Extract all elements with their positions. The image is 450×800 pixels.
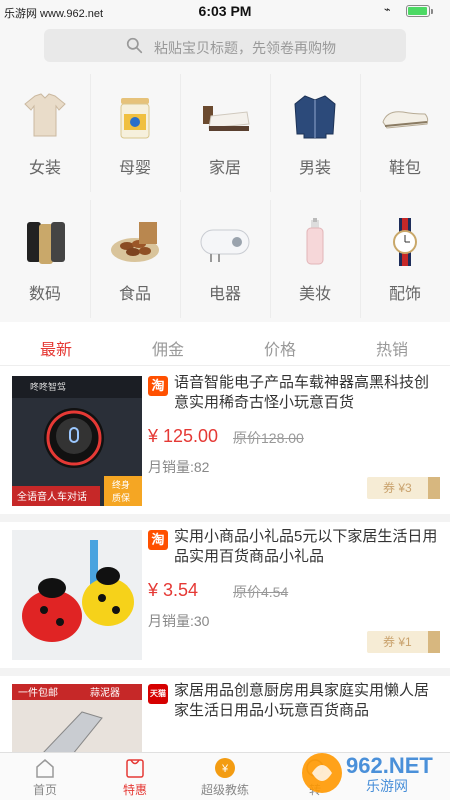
watermark-bottom-text: 乐游网 (366, 778, 408, 794)
blouse-icon (24, 93, 66, 137)
image-brand-text: 咚咚智驾 (30, 381, 66, 392)
phone-icon (27, 222, 65, 264)
battery-icon (406, 5, 433, 17)
home-icon (36, 759, 54, 778)
bed-icon (203, 106, 250, 131)
product-price: ¥ 3.54 (148, 580, 199, 600)
jacket-icon (294, 95, 336, 139)
monthly-sales: 月销量:30 (148, 613, 210, 629)
svg-text:¥: ¥ (221, 763, 229, 775)
original-price: 原价4.54 (233, 584, 289, 600)
product-title: 语音智能电子产品车载神器高黑科技创意实用稀奇古怪小玩意百货 (174, 374, 430, 411)
taobao-badge: 淘 (148, 530, 168, 550)
search-icon (126, 37, 143, 54)
category-food[interactable]: 食品 (90, 196, 180, 322)
clock: 6:03 PM (198, 3, 252, 19)
category-shoes-bags[interactable]: 鞋包 (360, 70, 450, 196)
category-home[interactable]: 家居 (180, 70, 270, 196)
taobao-badge: 淘 (148, 376, 168, 396)
nuts-icon (111, 222, 159, 262)
category-beauty[interactable]: 美妆 (270, 196, 360, 322)
tab-home[interactable]: 首页 (0, 753, 90, 800)
image-caption-text: 全语音人车对话 (17, 490, 87, 503)
sort-tabs: 最新 佣金 价格 热销 (0, 324, 450, 366)
product-title: 家居用品创意厨房用具家庭实用懒人居家生活日用品小玩意百货商品 (174, 682, 430, 719)
tab-latest[interactable]: 最新 (0, 336, 112, 360)
coach-icon: ¥ (215, 758, 235, 778)
divider (0, 514, 450, 522)
shoe-icon (382, 111, 429, 129)
search-placeholder: 粘贴宝贝标题，先领卷再购物 (154, 40, 336, 56)
water-heater-icon (200, 229, 250, 262)
tab-commission[interactable]: 佣金 (112, 336, 224, 360)
tmall-badge: 天猫 (148, 684, 168, 704)
tab-super-coach[interactable]: ¥ 超级教练 (180, 753, 270, 800)
image-badge-line2: 质保 (112, 492, 130, 503)
image-banner-right: 蒜泥器 (90, 686, 120, 699)
watermark-logo: 962.NET 乐游网 (300, 745, 448, 797)
category-men[interactable]: 男装 (270, 70, 360, 196)
image-banner-left: 一件包邮 (18, 686, 58, 699)
category-baby[interactable]: 母婴 (90, 70, 180, 196)
product-image: 咚咚智驾 全语音人车对话 终身 质保 (12, 376, 142, 506)
coupon-badge[interactable]: 券 ¥1 (367, 631, 440, 653)
category-appliances[interactable]: 电器 (180, 196, 270, 322)
category-grid: 女装 母婴 家居 男装 鞋包 数码 食品 电器 美妆 配饰 (0, 70, 450, 322)
original-price: 原价128.00 (233, 430, 304, 446)
product-image (12, 530, 142, 660)
cosmetic-bottle-icon (306, 218, 324, 265)
divider (0, 668, 450, 676)
product-price: ¥ 125.00 (148, 426, 219, 446)
image-badge-line1: 终身 (112, 479, 130, 490)
category-women[interactable]: 女装 (0, 70, 90, 196)
product-image: 一件包邮 蒜泥器 (12, 684, 142, 752)
signal-icon: ⌁ (384, 4, 391, 16)
product-card[interactable]: 咚咚智驾 全语音人车对话 终身 质保 淘 语音智能电子产品车载神器高黑科技创意实… (0, 368, 450, 522)
category-accessories[interactable]: 配饰 (360, 196, 450, 322)
monthly-sales: 月销量:82 (148, 459, 210, 475)
milk-powder-icon (120, 98, 150, 139)
status-bar: 乐游网 www.962.net 6:03 PM ⌁ (0, 0, 450, 24)
tab-discount[interactable]: 特惠 (90, 753, 180, 800)
tab-hot[interactable]: 热销 (336, 336, 448, 360)
product-card[interactable]: 淘 实用小商品小礼品5元以下家居生活日用品实用百货商品小礼品 ¥ 3.54 原价… (0, 522, 450, 676)
watch-icon (393, 218, 417, 266)
search-bar: 粘贴宝贝标题，先领卷再购物 (0, 24, 450, 70)
product-title: 实用小商品小礼品5元以下家居生活日用品实用百货商品小礼品 (174, 528, 438, 565)
category-digital[interactable]: 数码 (0, 196, 90, 322)
product-card[interactable]: 一件包邮 蒜泥器 天猫 家居用品创意厨房用具家庭实用懒人居家生活日用品小玩意百货… (0, 676, 450, 752)
tab-price[interactable]: 价格 (224, 336, 336, 360)
watermark-top-text: 962.NET (346, 753, 433, 778)
coupon-badge[interactable]: 券 ¥3 (367, 477, 440, 499)
search-input[interactable]: 粘贴宝贝标题，先领卷再购物 (44, 29, 406, 62)
discount-icon (126, 759, 144, 778)
